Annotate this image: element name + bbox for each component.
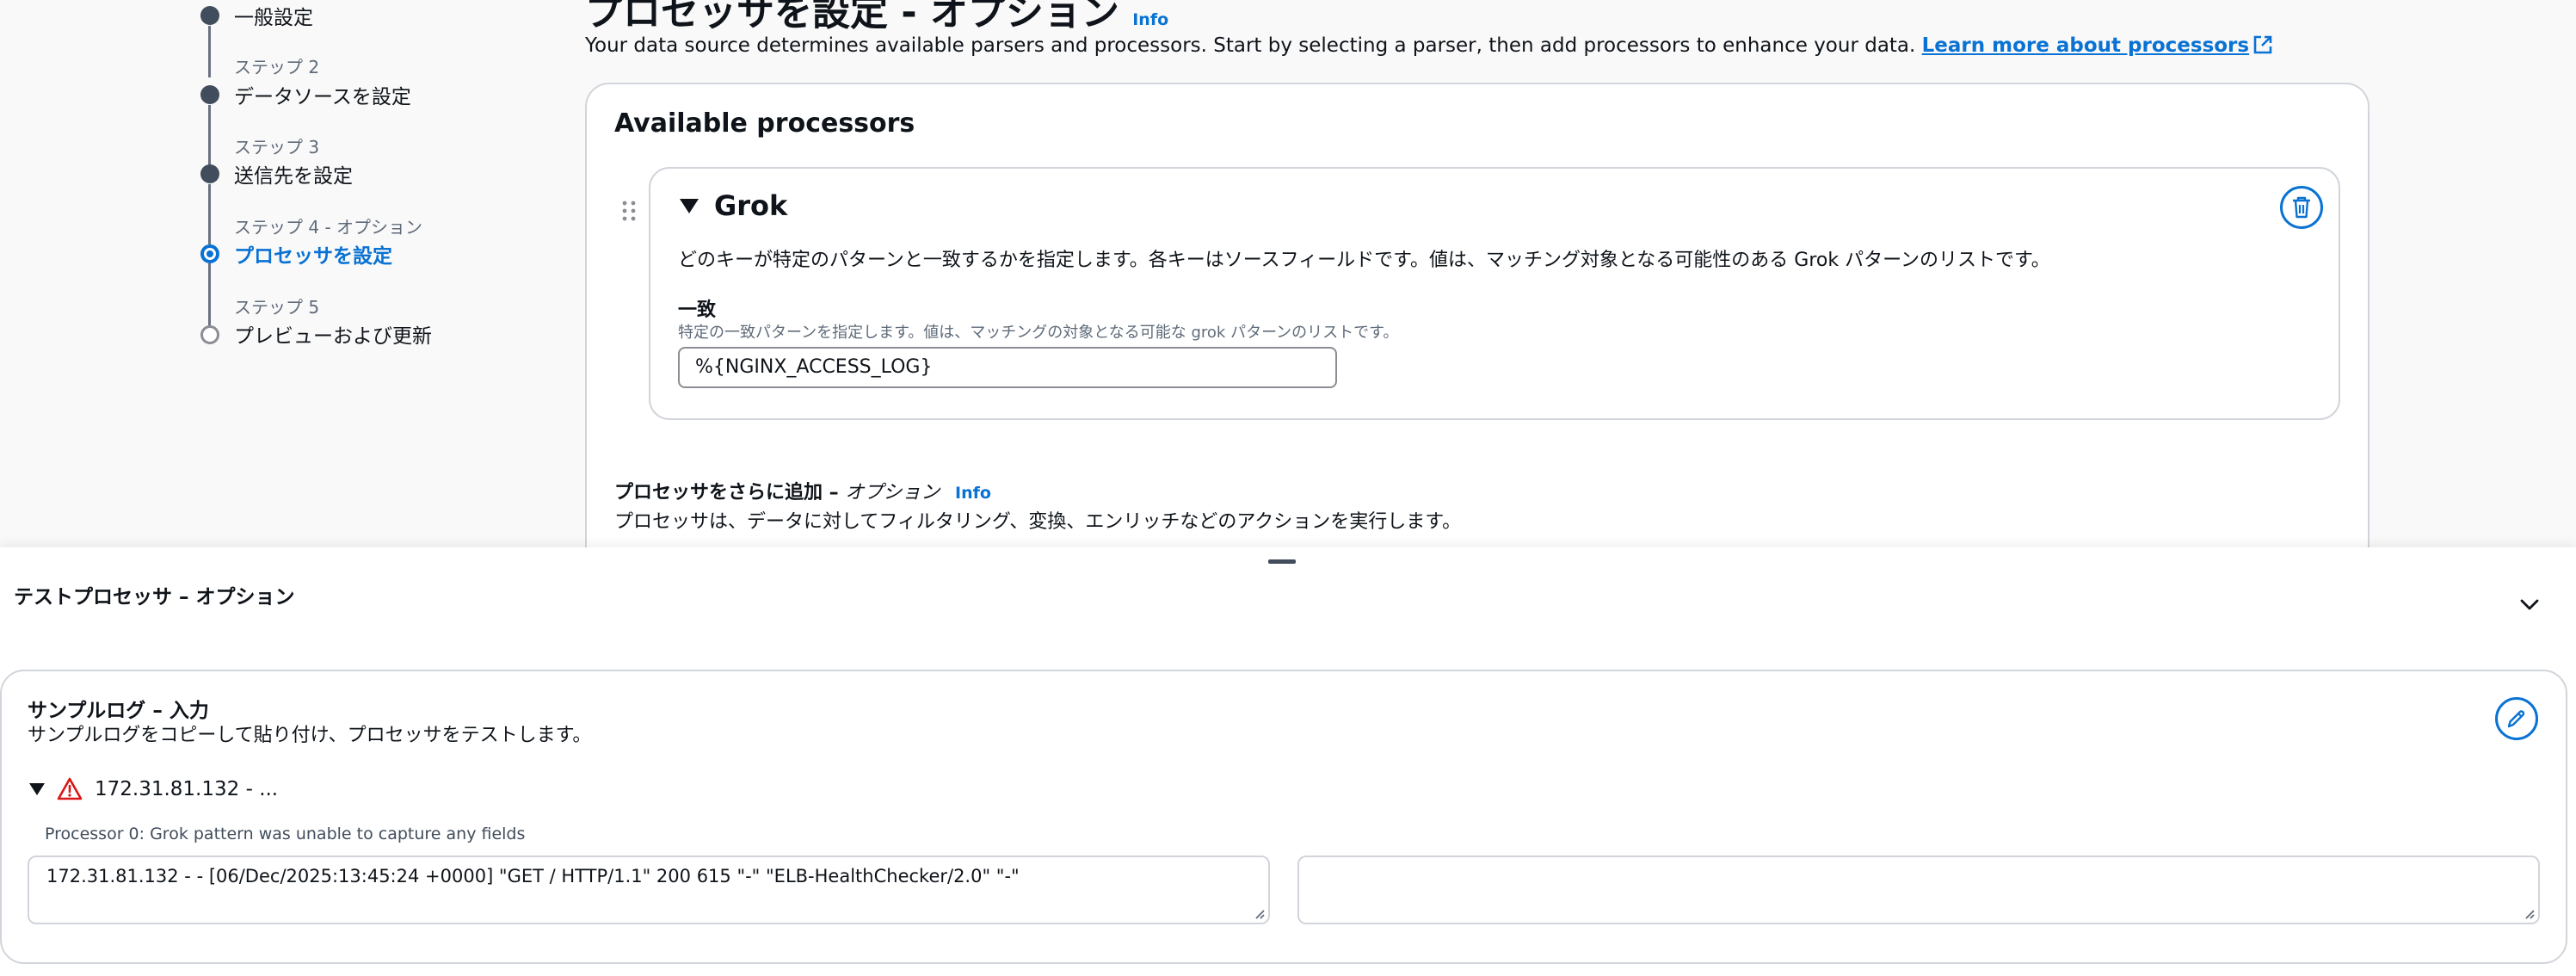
match-field-help: 特定の一致パターンを指定します。値は、マッチングの対象となる可能な grok パ… (678, 324, 1399, 342)
caret-down-icon (29, 783, 45, 795)
external-link-icon (2253, 35, 2272, 54)
add-more-optional: オプション (845, 482, 940, 503)
step2-link[interactable]: データソースを設定 (234, 80, 411, 109)
step5-label: プレビューおよび更新 (234, 325, 432, 348)
step-connector (208, 263, 211, 327)
processed-output[interactable] (1297, 856, 2540, 924)
match-field-label: 一致 (678, 300, 717, 321)
step-connector (208, 105, 211, 167)
processor-name: Grok (714, 189, 788, 222)
add-more-info-link[interactable]: Info (955, 484, 991, 503)
sample-log-title: サンプルログ – 入力 (28, 700, 209, 722)
error-message: Processor 0: Grok pattern was unable to … (45, 825, 526, 843)
page-description: Your data source determines available pa… (585, 34, 2273, 57)
step3-indicator (200, 164, 219, 183)
pencil-icon (2507, 710, 2525, 728)
log-summary: 172.31.81.132 - ... (95, 778, 279, 800)
edit-sample-button[interactable] (2495, 697, 2538, 740)
trash-icon (2293, 196, 2310, 219)
add-more-title-text: プロセッサをさらに追加 – (614, 482, 839, 503)
step4-number: ステップ 4 - オプション (234, 217, 423, 238)
step2-number: ステップ 2 (234, 57, 320, 77)
sample-log-card: サンプルログ – 入力 サンプルログをコピーして貼り付け、プロセッサをテストしま… (0, 670, 2567, 964)
add-more-title: プロセッサをさらに追加 – オプション Info (614, 477, 991, 504)
description-text: Your data source determines available pa… (585, 34, 1916, 57)
learn-more-link[interactable]: Learn more about processors (1922, 34, 2273, 57)
sample-log-input[interactable]: 172.31.81.132 - - [06/Dec/2025:13:45:24 … (28, 856, 1270, 924)
chevron-down-icon[interactable] (2517, 592, 2542, 616)
sample-log-input-text: 172.31.81.132 - - [06/Dec/2025:13:45:24 … (46, 866, 1020, 886)
step1-link[interactable]: 一般設定 (234, 1, 313, 30)
page-title-text: プロセッサを設定 - オプション (585, 0, 1119, 34)
delete-processor-button[interactable] (2280, 186, 2323, 229)
info-link[interactable]: Info (1132, 10, 1168, 29)
processor-header[interactable]: Grok (680, 189, 787, 222)
main-content: 一般設定 ステップ 2 データソースを設定 ステップ 3 送信先を設定 ステップ… (0, 0, 2576, 547)
grok-processor: Grok どのキーが特定のパターンと一致するかを指定します。各キーはソースフィー… (649, 167, 2340, 420)
step3-number: ステップ 3 (234, 137, 320, 158)
match-pattern-input[interactable]: %{NGINX_ACCESS_LOG} (678, 347, 1337, 388)
step2-indicator (200, 85, 219, 104)
card-title: Available processors (614, 108, 915, 139)
test-processor-panel: テストプロセッサ – オプション サンプルログ – 入力 サンプルログをコピーし… (0, 547, 2576, 976)
page-title: プロセッサを設定 - オプション Info (585, 0, 1168, 36)
learn-more-text: Learn more about processors (1921, 34, 2250, 57)
panel-title: テストプロセッサ – オプション (14, 586, 295, 608)
step5-number: ステップ 5 (234, 297, 320, 318)
resize-grip-icon[interactable] (2523, 907, 2535, 919)
log-entry-header[interactable]: 172.31.81.132 - ... (29, 776, 278, 802)
sample-log-description: サンプルログをコピーして貼り付け、プロセッサをテストします。 (28, 725, 592, 746)
step1-indicator (200, 6, 219, 25)
step-connector (208, 184, 211, 244)
step-connector (208, 26, 211, 77)
warning-icon (57, 777, 83, 800)
step5-indicator (200, 325, 219, 344)
caret-down-icon (680, 199, 699, 213)
processor-description: どのキーが特定のパターンと一致するかを指定します。各キーはソースフィールドです。… (678, 250, 2050, 271)
step4-link: プロセッサを設定 (234, 245, 392, 268)
panel-resize-handle[interactable] (1268, 559, 1296, 564)
drag-handle-icon[interactable] (621, 200, 637, 222)
resize-grip-icon[interactable] (1253, 907, 1265, 919)
add-more-description: プロセッサは、データに対してフィルタリング、変換、エンリッチなどのアクションを実… (614, 511, 1462, 533)
step4-indicator (200, 244, 219, 263)
available-processors-card: Available processors Grok どのキーが特定のパターンと一… (585, 83, 2370, 547)
step3-link[interactable]: 送信先を設定 (234, 159, 353, 188)
